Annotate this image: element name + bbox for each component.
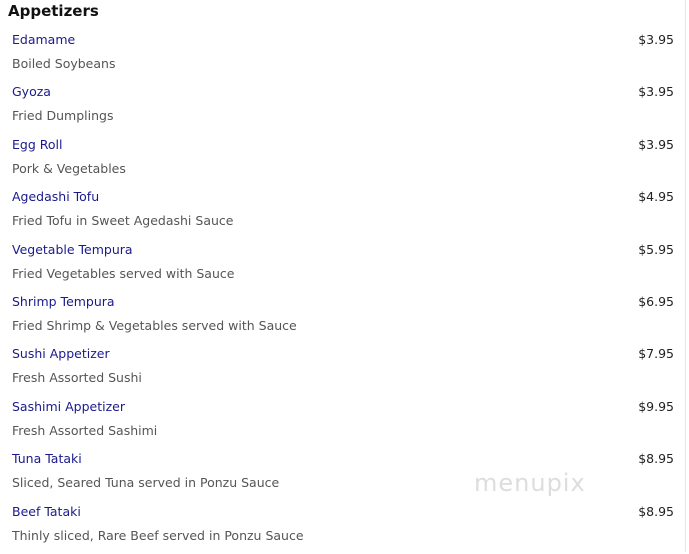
item-price: $6.95 [638,293,674,309]
item-description: Sliced, Seared Tuna served in Ponzu Sauc… [12,475,280,491]
menu-item-vegetable-tempura: Vegetable Tempura $5.95 Fried Vegetables… [0,240,686,292]
menu-item-beef-tataki: Beef Tataki $8.95 Thinly sliced, Rare Be… [0,502,686,554]
item-price: $4.95 [638,189,674,205]
item-name[interactable]: Sashimi Appetizer [12,397,125,417]
item-price: $5.95 [638,241,674,257]
item-name[interactable]: Agedashi Tofu [12,187,99,207]
menu-item-edamame: Edamame $3.95 Boiled Soybeans [0,30,686,82]
item-name[interactable]: Gyoza [12,82,51,102]
menu-item-gyoza: Gyoza $3.95 Fried Dumplings [0,82,686,134]
item-name[interactable]: Shrimp Tempura [12,292,115,312]
menu-item-tuna-tataki: Tuna Tataki $8.95 Sliced, Seared Tuna se… [0,449,686,501]
menu-list: Edamame $3.95 Boiled Soybeans Gyoza $3.9… [0,30,686,554]
item-description: Fried Vegetables served with Sauce [12,265,235,281]
item-description: Pork & Vegetables [12,160,126,176]
item-price: $3.95 [638,32,674,47]
item-description: Fried Tofu in Sweet Agedashi Sauce [12,213,234,229]
menu-item-agedashi-tofu: Agedashi Tofu $4.95 Fried Tofu in Sweet … [0,187,686,239]
item-name[interactable]: Vegetable Tempura [12,240,133,260]
item-description: Fresh Assorted Sashimi [12,422,158,438]
item-name[interactable]: Edamame [12,30,75,50]
menu-item-egg-roll: Egg Roll $3.95 Pork & Vegetables [0,135,686,187]
menu-item-sushi-appetizer: Sushi Appetizer $7.95 Fresh Assorted Sus… [0,344,686,396]
item-name[interactable]: Beef Tataki [12,502,81,522]
section-title: Appetizers [8,2,99,20]
item-description: Fried Shrimp & Vegetables served with Sa… [12,317,297,333]
item-description: Fresh Assorted Sushi [12,370,142,386]
item-price: $8.95 [638,451,674,467]
item-description: Boiled Soybeans [12,56,116,71]
item-price: $7.95 [638,346,674,362]
item-name[interactable]: Egg Roll [12,135,62,155]
menu-item-sashimi-appetizer: Sashimi Appetizer $9.95 Fresh Assorted S… [0,397,686,449]
item-name[interactable]: Sushi Appetizer [12,344,110,364]
item-description: Thinly sliced, Rare Beef served in Ponzu… [12,527,304,543]
item-description: Fried Dumplings [12,108,114,124]
item-price: $8.95 [638,503,674,519]
item-price: $9.95 [638,398,674,414]
item-price: $3.95 [638,84,674,100]
item-name[interactable]: Tuna Tataki [12,449,82,469]
menu-page: Appetizers Edamame $3.95 Boiled Soybeans… [0,0,686,552]
item-price: $3.95 [638,136,674,152]
menu-item-shrimp-tempura: Shrimp Tempura $6.95 Fried Shrimp & Vege… [0,292,686,344]
